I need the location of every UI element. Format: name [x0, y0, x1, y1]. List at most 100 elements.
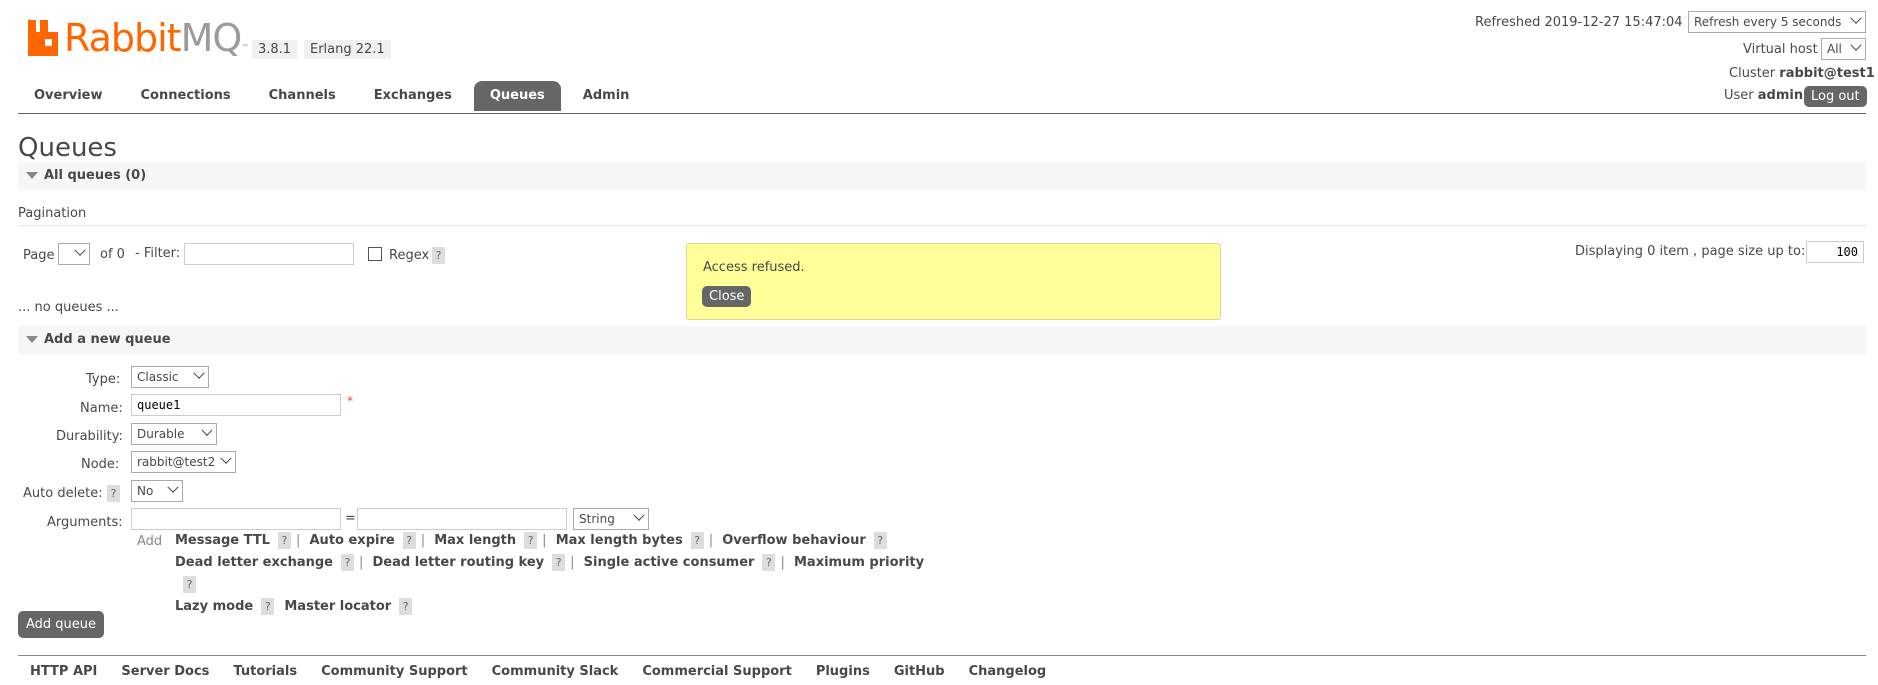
tab-channels[interactable]: Channels — [253, 81, 352, 111]
chevron-down-icon — [1850, 12, 1862, 24]
arg-link-dead-letter-exchange[interactable]: Dead letter exchange — [175, 555, 333, 570]
page-size-input[interactable]: 100 — [1806, 241, 1864, 263]
help-icon[interactable]: ? — [183, 576, 196, 593]
argument-equals: = — [345, 511, 356, 526]
arg-link-max-length-bytes[interactable]: Max length bytes — [556, 533, 683, 548]
regex-checkbox[interactable] — [368, 247, 382, 261]
node-select[interactable]: rabbit@test2 — [131, 451, 236, 473]
tab-connections[interactable]: Connections — [125, 81, 247, 111]
add-queue-button[interactable]: Add queue — [18, 611, 105, 638]
regex-label: Regex — [389, 248, 430, 263]
tab-overview[interactable]: Overview — [18, 81, 119, 111]
footer-link-community-support[interactable]: Community Support — [321, 664, 468, 679]
help-icon[interactable]: ? — [340, 554, 354, 571]
auto-delete-help-icon[interactable]: ? — [107, 485, 120, 502]
footer-links: HTTP API Server Docs Tutorials Community… — [30, 664, 1046, 679]
auto-delete-label: Auto delete: — [23, 486, 103, 501]
durability-select[interactable]: Durable — [131, 423, 217, 445]
name-label: Name: — [80, 401, 123, 416]
footer-link-community-slack[interactable]: Community Slack — [492, 664, 619, 679]
arg-link-auto-expire[interactable]: Auto expire — [310, 533, 395, 548]
pagination-label: Pagination — [18, 206, 87, 221]
displaying-text: Displaying 0 item , page size up to: — [1575, 244, 1806, 259]
main-nav-tabs: Overview Connections Channels Exchanges … — [18, 81, 651, 111]
help-icon[interactable]: ? — [552, 554, 566, 571]
chevron-down-icon — [74, 244, 86, 256]
add-queue-section-header[interactable]: Add a new queue — [18, 326, 1866, 354]
logout-button[interactable]: Log out — [1804, 86, 1867, 107]
help-icon[interactable]: ? — [261, 598, 275, 615]
virtual-host-label: Virtual host — [1743, 42, 1818, 57]
add-argument-label: Add — [137, 534, 163, 549]
chevron-down-icon — [201, 424, 213, 436]
access-refused-alert: Access refused. Close — [686, 243, 1221, 320]
required-marker: * — [347, 394, 353, 408]
add-queue-title: Add a new queue — [44, 332, 171, 347]
all-queues-section-header[interactable]: All queues (0) — [18, 162, 1866, 190]
arg-link-master-locator[interactable]: Master locator — [284, 599, 391, 614]
tab-exchanges[interactable]: Exchanges — [358, 81, 468, 111]
help-icon[interactable]: ? — [690, 532, 704, 549]
virtual-host-select[interactable]: All — [1821, 38, 1866, 60]
regex-help-icon[interactable]: ? — [432, 247, 445, 264]
queue-name-input[interactable]: queue1 — [131, 394, 341, 416]
argument-value-input[interactable] — [357, 508, 567, 530]
footer-link-changelog[interactable]: Changelog — [969, 664, 1047, 679]
all-queues-title: All queues (0) — [44, 168, 147, 183]
collapse-triangle-icon — [26, 336, 38, 343]
refreshed-text: Refreshed 2019-12-27 15:47:04 — [1475, 15, 1683, 30]
footer-link-tutorials[interactable]: Tutorials — [233, 664, 297, 679]
refresh-interval-select[interactable]: Refresh every 5 seconds — [1688, 11, 1866, 33]
argument-shortcuts: Message TTL? | Auto expire? | Max length? |… — [175, 532, 925, 615]
chevron-down-icon — [167, 481, 179, 493]
arg-link-dead-letter-routing-key[interactable]: Dead letter routing key — [373, 555, 545, 570]
chevron-down-icon — [193, 367, 205, 379]
page-label: Page — [23, 248, 55, 263]
argument-type-select[interactable]: String — [573, 508, 649, 530]
node-label: Node: — [81, 457, 120, 472]
help-icon[interactable]: ? — [277, 532, 291, 549]
footer-link-plugins[interactable]: Plugins — [816, 664, 870, 679]
user-value: admin — [1757, 88, 1804, 103]
chevron-down-icon — [1850, 39, 1862, 51]
tab-admin[interactable]: Admin — [567, 81, 646, 111]
help-icon[interactable]: ? — [762, 554, 776, 571]
arg-link-lazy-mode[interactable]: Lazy mode — [175, 599, 253, 614]
help-icon[interactable]: ? — [524, 532, 538, 549]
arg-link-single-active-consumer[interactable]: Single active consumer — [584, 555, 755, 570]
argument-key-input[interactable] — [131, 508, 341, 530]
erlang-badge: Erlang 22.1 — [304, 40, 391, 59]
version-badge: 3.8.1 — [252, 40, 298, 59]
auto-delete-select[interactable]: No — [131, 480, 183, 502]
cluster-label: Cluster — [1729, 66, 1776, 81]
durability-label: Durability: — [56, 429, 123, 444]
cluster-value: rabbit@test1 — [1779, 66, 1875, 81]
help-icon[interactable]: ? — [873, 532, 887, 549]
footer-link-commercial-support[interactable]: Commercial Support — [642, 664, 792, 679]
footer-link-github[interactable]: GitHub — [894, 664, 945, 679]
rabbitmq-logo-icon — [28, 20, 60, 56]
arg-link-message-ttl[interactable]: Message TTL — [175, 533, 270, 548]
rabbitmq-logo: RabbitMQ ™ — [28, 16, 249, 60]
arg-link-maximum-priority[interactable]: Maximum priority — [794, 555, 924, 570]
filter-input[interactable] — [184, 243, 354, 265]
alert-close-button[interactable]: Close — [702, 286, 752, 307]
arg-link-overflow-behaviour[interactable]: Overflow behaviour — [722, 533, 866, 548]
help-icon[interactable]: ? — [402, 532, 416, 549]
help-icon[interactable]: ? — [399, 598, 413, 615]
header-divider — [18, 113, 1866, 114]
no-queues-text: ... no queues ... — [18, 300, 119, 315]
collapse-triangle-icon — [26, 172, 38, 179]
filter-label: - Filter: — [135, 246, 181, 261]
page-count: of 0 — [100, 247, 125, 262]
footer-link-http-api[interactable]: HTTP API — [30, 664, 97, 679]
queue-type-select[interactable]: Classic — [131, 366, 209, 388]
page-select[interactable] — [58, 243, 90, 265]
tab-queues[interactable]: Queues — [473, 81, 561, 111]
footer-link-server-docs[interactable]: Server Docs — [121, 664, 209, 679]
chevron-down-icon — [220, 452, 232, 464]
type-label: Type: — [86, 372, 121, 387]
arguments-label: Arguments: — [47, 515, 123, 530]
arg-link-max-length[interactable]: Max length — [434, 533, 516, 548]
cluster-info: Cluster rabbit@test1 — [1729, 66, 1875, 81]
